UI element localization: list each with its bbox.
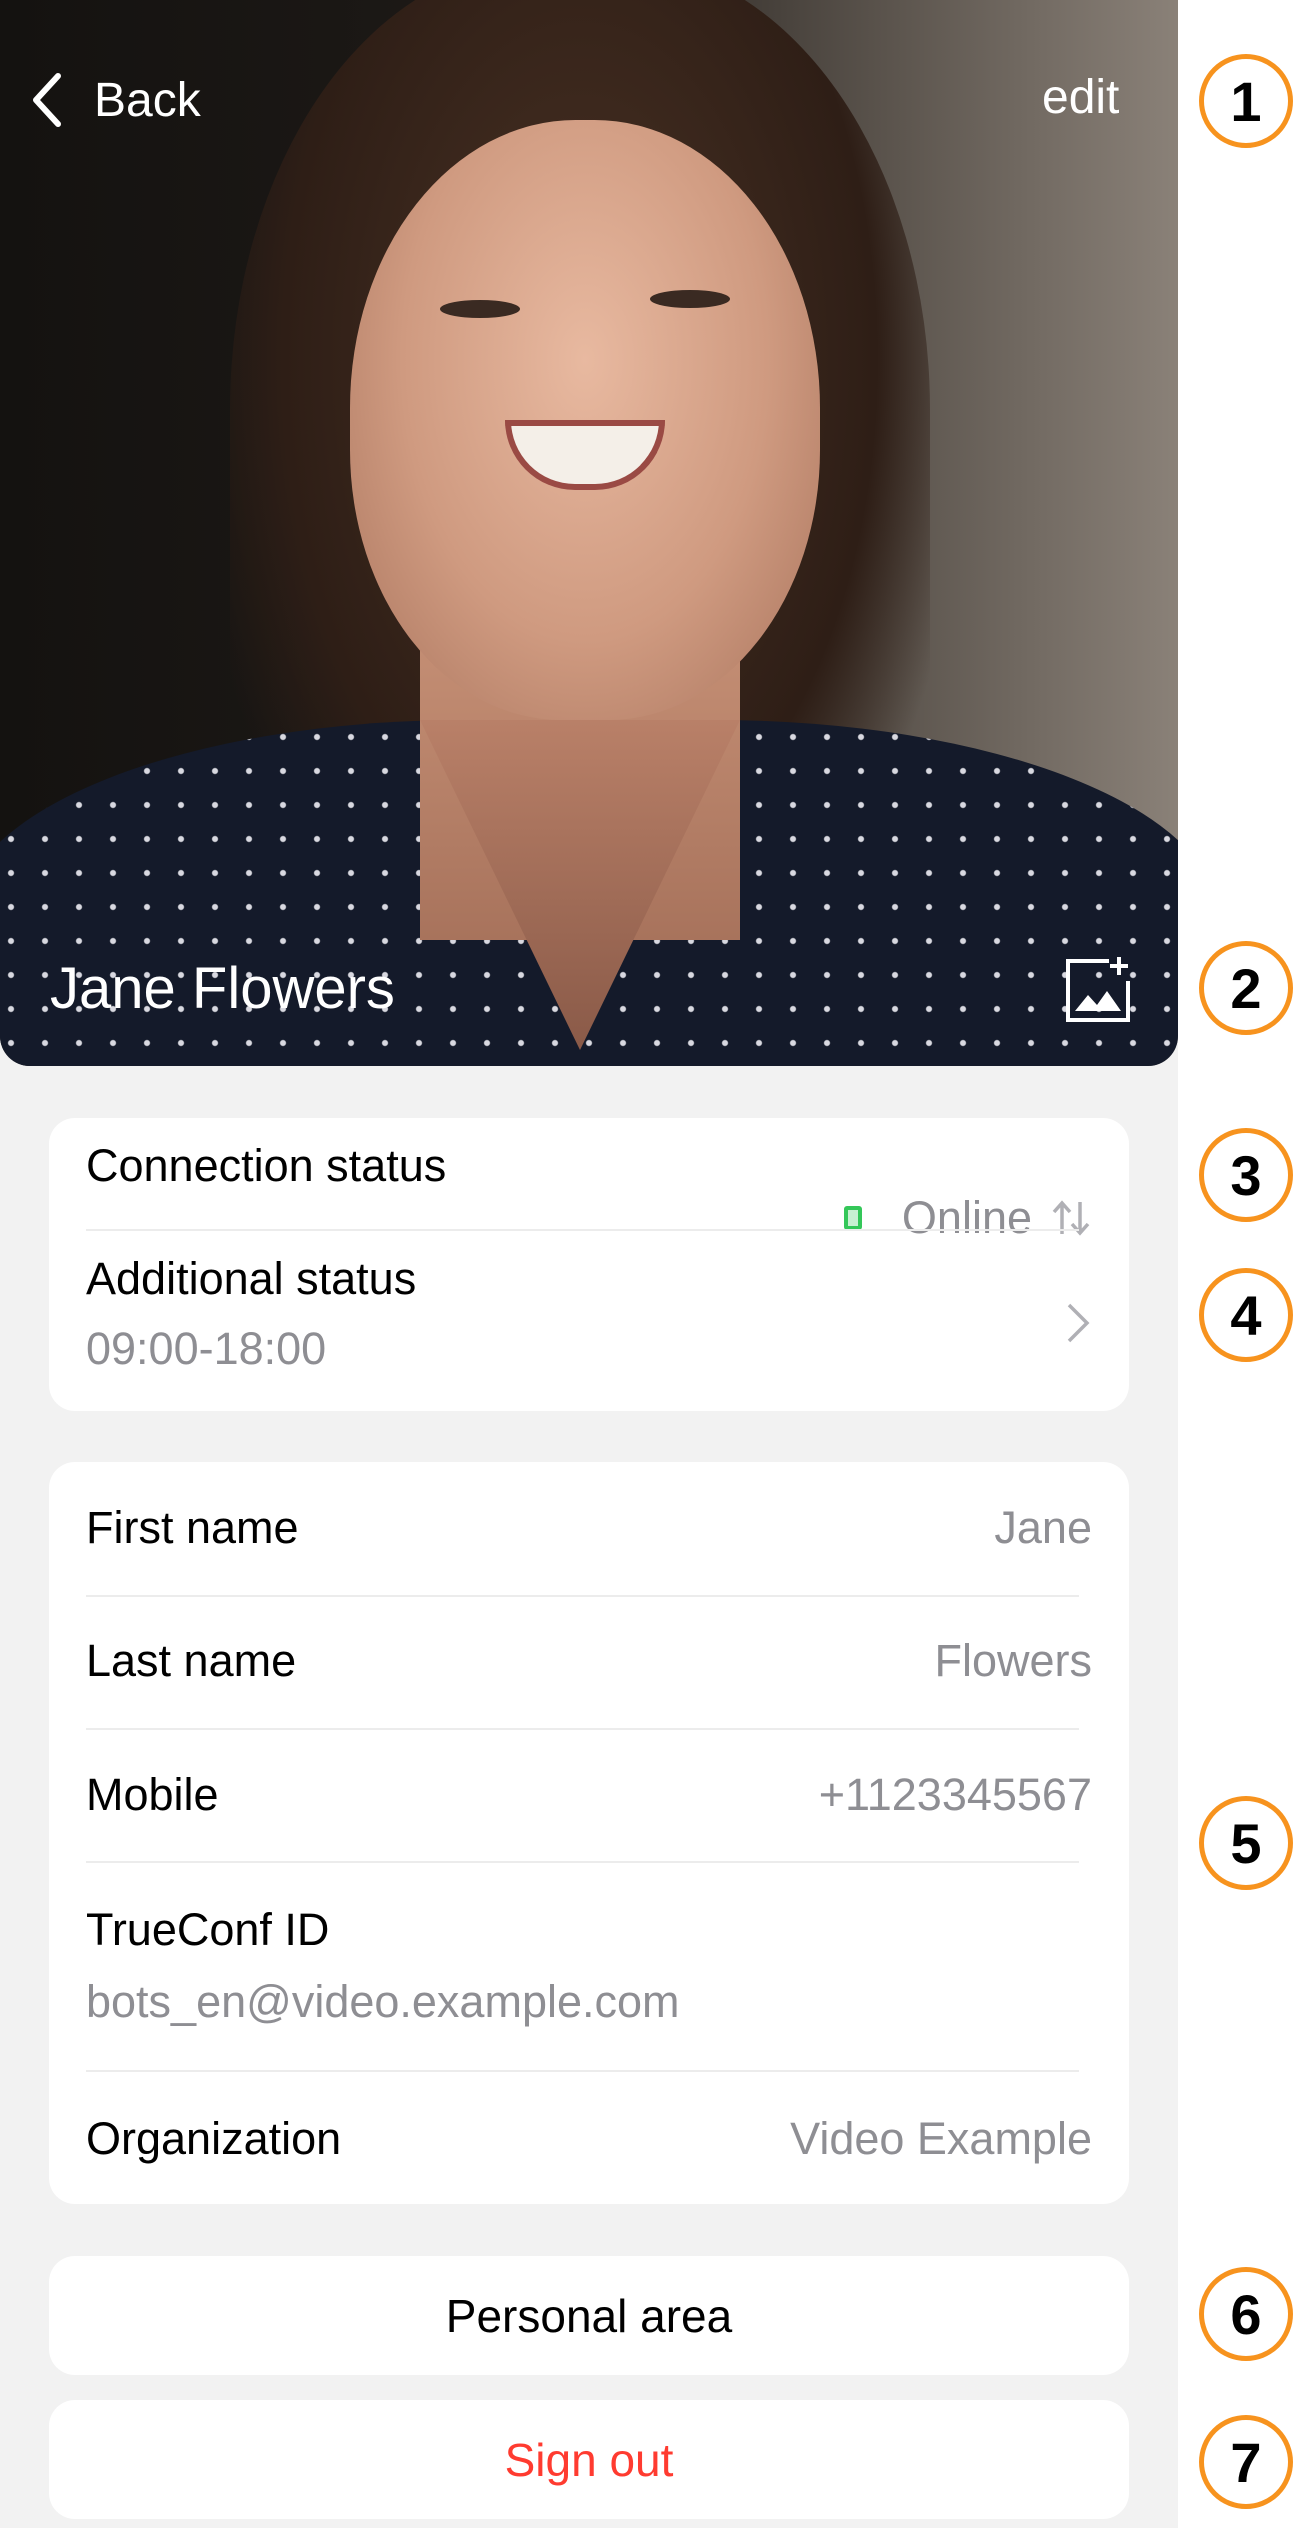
image-plus-icon [1066,957,1130,1022]
edit-button[interactable]: edit [1042,70,1119,125]
callout-4: 4 [1199,1268,1293,1362]
connection-status-value: Online [901,1192,1032,1243]
chevron-left-icon [33,73,61,127]
back-label: Back [94,73,201,127]
info-card: First name Jane Last name Flowers Mobile +1… [49,1462,1129,2204]
profile-screen: Back edit Jane Flowers Connection status… [0,0,1178,2528]
sign-out-button[interactable]: Sign out [49,2400,1129,2519]
callout-1: 1 [1199,54,1293,148]
callout-3: 3 [1199,1128,1293,1222]
online-indicator-icon [843,1206,862,1230]
info-row-trueconf-id: TrueConf ID bots_en@video.example.com [86,1904,680,2027]
info-row-last-name: Last name Flowers [86,1635,1092,1686]
callout-6: 6 [1199,2267,1293,2361]
info-row-first-name: First name Jane [86,1502,1092,1553]
divider [86,1229,1079,1231]
additional-status-row[interactable]: Additional status 09:00-18:00 [86,1253,1092,1403]
info-row-organization: Organization Video Example [86,2113,1092,2164]
callout-7: 7 [1199,2415,1293,2509]
callout-5: 5 [1199,1796,1293,1890]
personal-area-button[interactable]: Personal area [49,2256,1129,2375]
profile-photo: Back edit Jane Flowers [0,0,1178,1066]
info-row-mobile: Mobile +1123345567 [86,1769,1092,1820]
additional-status-label: Additional status [86,1253,417,1304]
callout-2: 2 [1199,941,1293,1035]
change-photo-button[interactable] [1063,955,1133,1025]
back-button[interactable]: Back [26,70,201,130]
connection-status-label: Connection status [86,1140,447,1191]
chevron-right-icon [1067,1303,1090,1343]
profile-name: Jane Flowers [50,956,395,1021]
additional-status-value: 09:00-18:00 [86,1323,327,1374]
status-card: Connection status Online Additional stat… [49,1118,1129,1411]
connection-status-row[interactable]: Connection status Online [86,1140,1092,1243]
sort-arrows-icon [1052,1200,1090,1236]
